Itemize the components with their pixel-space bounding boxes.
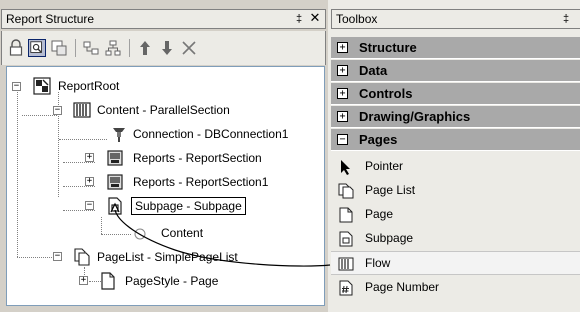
tree-connector: [59, 139, 107, 140]
tool-page-number[interactable]: Page Number: [331, 276, 580, 300]
toolbox-category-structure[interactable]: + Structure: [331, 37, 580, 59]
select-region-icon[interactable]: [50, 39, 68, 57]
tree-node-label: Content: [161, 226, 204, 240]
expand-icon: +: [337, 88, 348, 99]
tool-pointer[interactable]: Pointer: [331, 155, 580, 179]
report-structure-titlebar: Report Structure ‡ ✕: [1, 9, 326, 29]
pin-icon[interactable]: ‡: [560, 12, 572, 26]
collapse-icon[interactable]: −: [12, 82, 21, 91]
expand-icon: +: [337, 42, 348, 53]
toolbox-category-controls[interactable]: + Controls: [331, 83, 580, 105]
page-list-icon: [74, 248, 90, 266]
tree-connector: [63, 162, 95, 163]
tree-node-label: Reports - ReportSection: [133, 151, 262, 165]
toolbox-titlebar: Toolbox ‡: [331, 9, 580, 29]
toolbox-category-pages[interactable]: − Pages: [331, 129, 580, 151]
tool-page-list[interactable]: Page List: [331, 179, 580, 203]
subpage-icon: [108, 197, 122, 215]
collapse-icon[interactable]: −: [53, 106, 62, 115]
toolbar-separator: [129, 39, 130, 57]
page-number-icon: [339, 280, 353, 296]
toolbox-panel: Toolbox ‡ + Structure + Data + Controls …: [328, 0, 580, 312]
delete-icon[interactable]: [180, 39, 198, 57]
category-label: Drawing/Graphics: [359, 109, 471, 124]
expand-icon[interactable]: +: [85, 177, 94, 186]
content-placeholder-icon: [134, 228, 146, 240]
report-structure-title: Report Structure: [6, 12, 95, 26]
tree-node-label: PageStyle - Page: [125, 274, 219, 288]
move-up-icon[interactable]: [136, 39, 154, 57]
lock-icon[interactable]: [7, 39, 25, 57]
tree-connector: [101, 234, 131, 235]
tree-connector: [63, 210, 95, 211]
tool-label: Pointer: [365, 159, 404, 173]
page-icon: [339, 207, 353, 223]
category-label: Data: [359, 63, 388, 78]
close-icon[interactable]: ✕: [309, 11, 321, 25]
toolbox-category-drawing[interactable]: + Drawing/Graphics: [331, 106, 580, 128]
tree-node-label: Reports - ReportSection1: [133, 175, 269, 189]
collapse-icon[interactable]: −: [53, 252, 62, 261]
tree-node-label: ReportRoot: [58, 79, 120, 93]
tree-node-label: Content - ParallelSection: [97, 103, 230, 117]
expand-icon[interactable]: +: [79, 276, 88, 285]
page-list-icon: [338, 183, 354, 199]
toolbar-separator: [75, 39, 76, 57]
category-label: Controls: [359, 86, 413, 101]
hierarchy-icon[interactable]: [104, 39, 122, 57]
report-structure-toolbar: [1, 31, 326, 65]
parallel-section-icon: [73, 102, 91, 118]
tree-connector: [17, 257, 52, 258]
collapse-icon: −: [337, 134, 348, 145]
toolbox-title: Toolbox: [336, 12, 378, 26]
select-object-icon[interactable]: [28, 39, 46, 57]
tool-label: Subpage: [365, 231, 414, 245]
report-section-icon: [107, 174, 123, 190]
report-section-icon: [107, 150, 123, 166]
category-label: Structure: [359, 40, 417, 55]
tool-label: Flow: [365, 256, 391, 270]
flow-icon: [338, 257, 354, 271]
tree-connector: [22, 115, 57, 116]
link-icon[interactable]: [82, 39, 100, 57]
expand-icon: +: [337, 111, 348, 122]
tree-connector: [63, 186, 95, 187]
report-structure-tree: − ReportRoot − Content - ParallelSection: [6, 66, 325, 306]
expand-icon[interactable]: +: [85, 153, 94, 162]
move-down-icon[interactable]: [158, 39, 176, 57]
tool-label: Page Number: [365, 280, 440, 294]
report-root-icon: [33, 77, 51, 95]
report-structure-panel: Report Structure ‡ ✕ − ReportRoot − Cont…: [0, 0, 326, 312]
tree-node-label-selected[interactable]: Subpage - Subpage: [131, 197, 246, 215]
tree-connector: [101, 217, 102, 234]
tool-label: Page: [365, 207, 394, 221]
pointer-icon: [341, 160, 350, 175]
category-label: Pages: [359, 132, 398, 147]
expand-icon: +: [337, 65, 348, 76]
page-icon: [101, 272, 115, 290]
tool-label: Page List: [365, 183, 416, 197]
tree-connector: [17, 92, 18, 257]
tool-page[interactable]: Page: [331, 203, 580, 227]
tool-subpage[interactable]: Subpage: [331, 227, 580, 251]
tree-node-label: Connection - DBConnection1: [133, 127, 289, 141]
pin-icon[interactable]: ‡: [293, 12, 305, 26]
toolbox-category-data[interactable]: + Data: [331, 60, 580, 82]
tree-node-label: PageList - SimplePageList: [97, 250, 238, 264]
db-connection-icon: [113, 128, 125, 142]
tool-flow[interactable]: Flow: [331, 251, 580, 275]
collapse-icon[interactable]: −: [85, 201, 94, 210]
subpage-icon: [339, 231, 353, 247]
